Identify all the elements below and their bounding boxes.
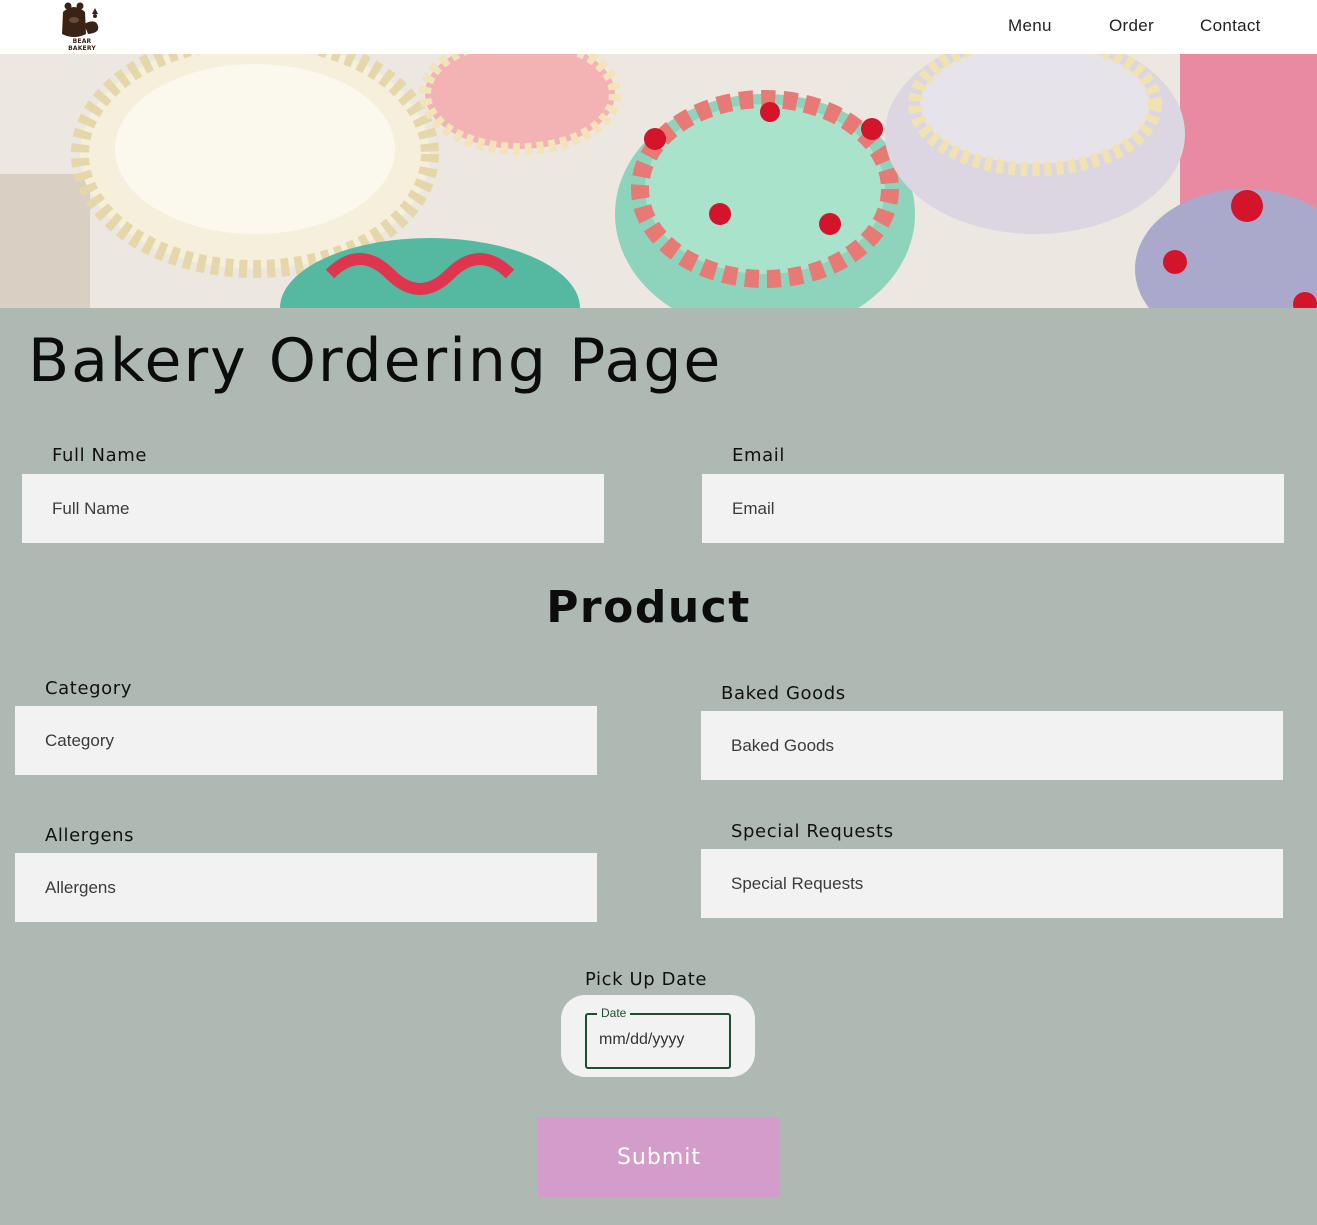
allergens-input[interactable] [15,853,597,922]
baked-goods-label: Baked Goods [721,683,846,704]
nav-order-link[interactable]: Order [1109,16,1154,36]
nav-menu-link[interactable]: Menu [1008,16,1052,36]
submit-button[interactable]: Submit [538,1118,780,1197]
full-name-input[interactable] [22,474,604,543]
product-section-title: Product [546,582,751,633]
full-name-label: Full Name [52,445,148,466]
date-placeholder: mm/dd/yyyy [599,1031,685,1048]
category-label: Category [45,678,133,699]
allergens-label: Allergens [45,825,135,846]
page-title: Bakery Ordering Page [28,326,723,396]
category-input[interactable] [15,706,597,775]
logo-text: BEAR BAKERY [68,38,96,52]
pickup-date-field[interactable]: Date mm/dd/yyyy [585,1006,731,1069]
bear-icon [62,2,99,37]
baked-goods-input[interactable] [701,711,1283,780]
email-input[interactable] [702,474,1284,543]
special-requests-input[interactable] [701,849,1283,918]
special-requests-label: Special Requests [731,821,894,842]
cakes-banner-image [0,54,1317,308]
bear-bakery-logo[interactable]: BEAR BAKERY [58,0,106,52]
email-label: Email [732,445,785,466]
nav-contact-link[interactable]: Contact [1200,16,1261,36]
pickup-date-container: Date mm/dd/yyyy [561,995,755,1077]
site-header: BEAR BAKERY Menu Order Contact [0,0,1317,54]
pickup-date-label: Pick Up Date [585,969,708,990]
date-legend: Date [597,1006,631,1020]
